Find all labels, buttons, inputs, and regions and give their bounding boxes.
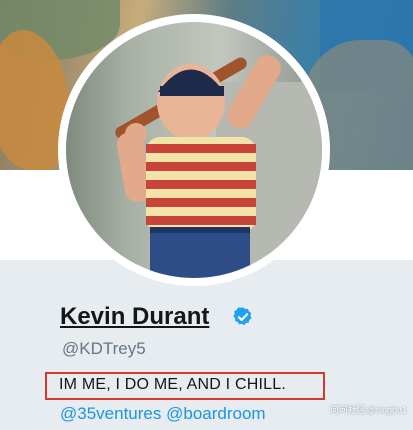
- watermark: 何问社区@ninghu1: [329, 405, 407, 415]
- avatar[interactable]: [66, 22, 322, 278]
- verified-badge-icon: [233, 307, 252, 326]
- link-boardroom[interactable]: @boardroom: [166, 404, 265, 423]
- link-35ventures[interactable]: @35ventures: [60, 404, 161, 423]
- avatar-illustration: [115, 55, 322, 278]
- profile-handle: @KDTrey5: [62, 339, 146, 358]
- bio-links: @35ventures @boardroom: [60, 404, 266, 424]
- profile-name[interactable]: Kevin Durant: [60, 303, 209, 331]
- profile-bio: IM ME, I DO ME, AND I CHILL.: [59, 376, 286, 393]
- avatar-frame[interactable]: [58, 14, 330, 286]
